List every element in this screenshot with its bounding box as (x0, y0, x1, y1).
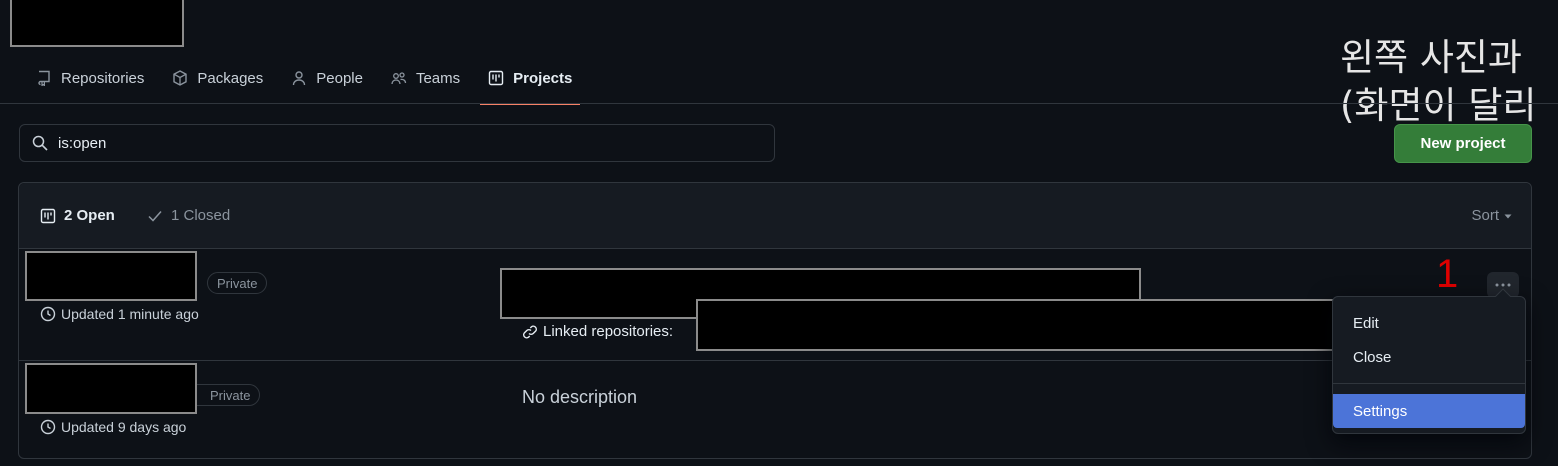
closed-count: 1 Closed (171, 207, 231, 224)
project-description: No description (522, 387, 638, 407)
linked-label: Linked repositories: (543, 323, 674, 340)
clock-icon (40, 419, 56, 435)
list-header: 2 Open 1 Closed Sort (19, 183, 1531, 249)
project-icon (40, 208, 56, 223)
menu-item-close[interactable]: Close (1333, 340, 1525, 374)
table-row: Private Updated 9 days ago No descriptio… (19, 361, 1531, 458)
sort-label: Sort (1471, 207, 1499, 224)
redacted-project-title[interactable] (25, 363, 197, 414)
redacted-org-name (10, 0, 184, 47)
overlay-caption-line1: 왼쪽 사진과 (1340, 36, 1522, 79)
linked-repositories: Linked repositories: (522, 323, 673, 340)
menu-divider (1333, 383, 1525, 384)
updated-text: Updated 1 minute ago (61, 306, 199, 322)
closed-filter[interactable]: 1 Closed (147, 207, 230, 224)
open-count: 2 Open (64, 207, 115, 224)
project-list: 2 Open 1 Closed Sort Private Updated 1 m… (18, 182, 1532, 459)
person-icon (293, 71, 306, 86)
tab-label: Teams (415, 69, 461, 87)
menu-item-edit[interactable]: Edit (1333, 306, 1525, 340)
tab-label: Repositories (61, 69, 145, 87)
tab-label: People (316, 69, 363, 87)
open-filter[interactable]: 2 Open (40, 207, 115, 224)
menu-caret (1495, 288, 1511, 297)
tab-projects[interactable]: Projects (480, 54, 581, 105)
visibility-label: Private (210, 387, 251, 403)
table-row: Private Updated 1 minute ago Linked repo… (19, 249, 1531, 360)
tab-label: Packages (197, 69, 264, 87)
project-icon (488, 70, 504, 86)
updated-timestamp: Updated 1 minute ago (40, 306, 199, 322)
updated-timestamp: Updated 9 days ago (40, 419, 186, 435)
package-icon (173, 70, 188, 86)
triangle-down-icon (1504, 214, 1512, 218)
search-input[interactable] (56, 133, 660, 153)
search-icon (32, 135, 48, 151)
redacted-linked-repos (696, 299, 1356, 351)
project-search[interactable] (19, 124, 775, 162)
repo-icon (38, 70, 50, 86)
overlay-caption-line2: (화면이 달리 (1340, 84, 1537, 127)
tab-teams[interactable]: Teams (383, 54, 468, 102)
project-actions-menu: Edit Close Settings (1332, 288, 1526, 434)
check-icon (148, 210, 162, 222)
nav-divider (0, 103, 1558, 104)
tab-packages[interactable]: Packages (164, 54, 271, 102)
sort-dropdown[interactable]: Sort (1471, 207, 1513, 224)
tab-label: Projects (513, 69, 573, 87)
menu-item-settings[interactable]: Settings (1333, 394, 1525, 428)
new-project-button[interactable]: New project (1394, 124, 1532, 163)
clock-icon (40, 306, 56, 322)
annotation-number: 1 (1436, 252, 1459, 296)
redacted-project-title[interactable] (25, 251, 197, 301)
visibility-label: Private (217, 275, 258, 291)
visibility-badge: Private (207, 272, 268, 294)
people-icon (391, 72, 407, 85)
updated-text: Updated 9 days ago (61, 419, 187, 435)
org-nav: Repositories Packages People Teams Proje… (28, 52, 592, 105)
link-icon (523, 325, 537, 338)
tab-people[interactable]: People (283, 54, 371, 102)
tab-repositories[interactable]: Repositories (28, 54, 152, 102)
